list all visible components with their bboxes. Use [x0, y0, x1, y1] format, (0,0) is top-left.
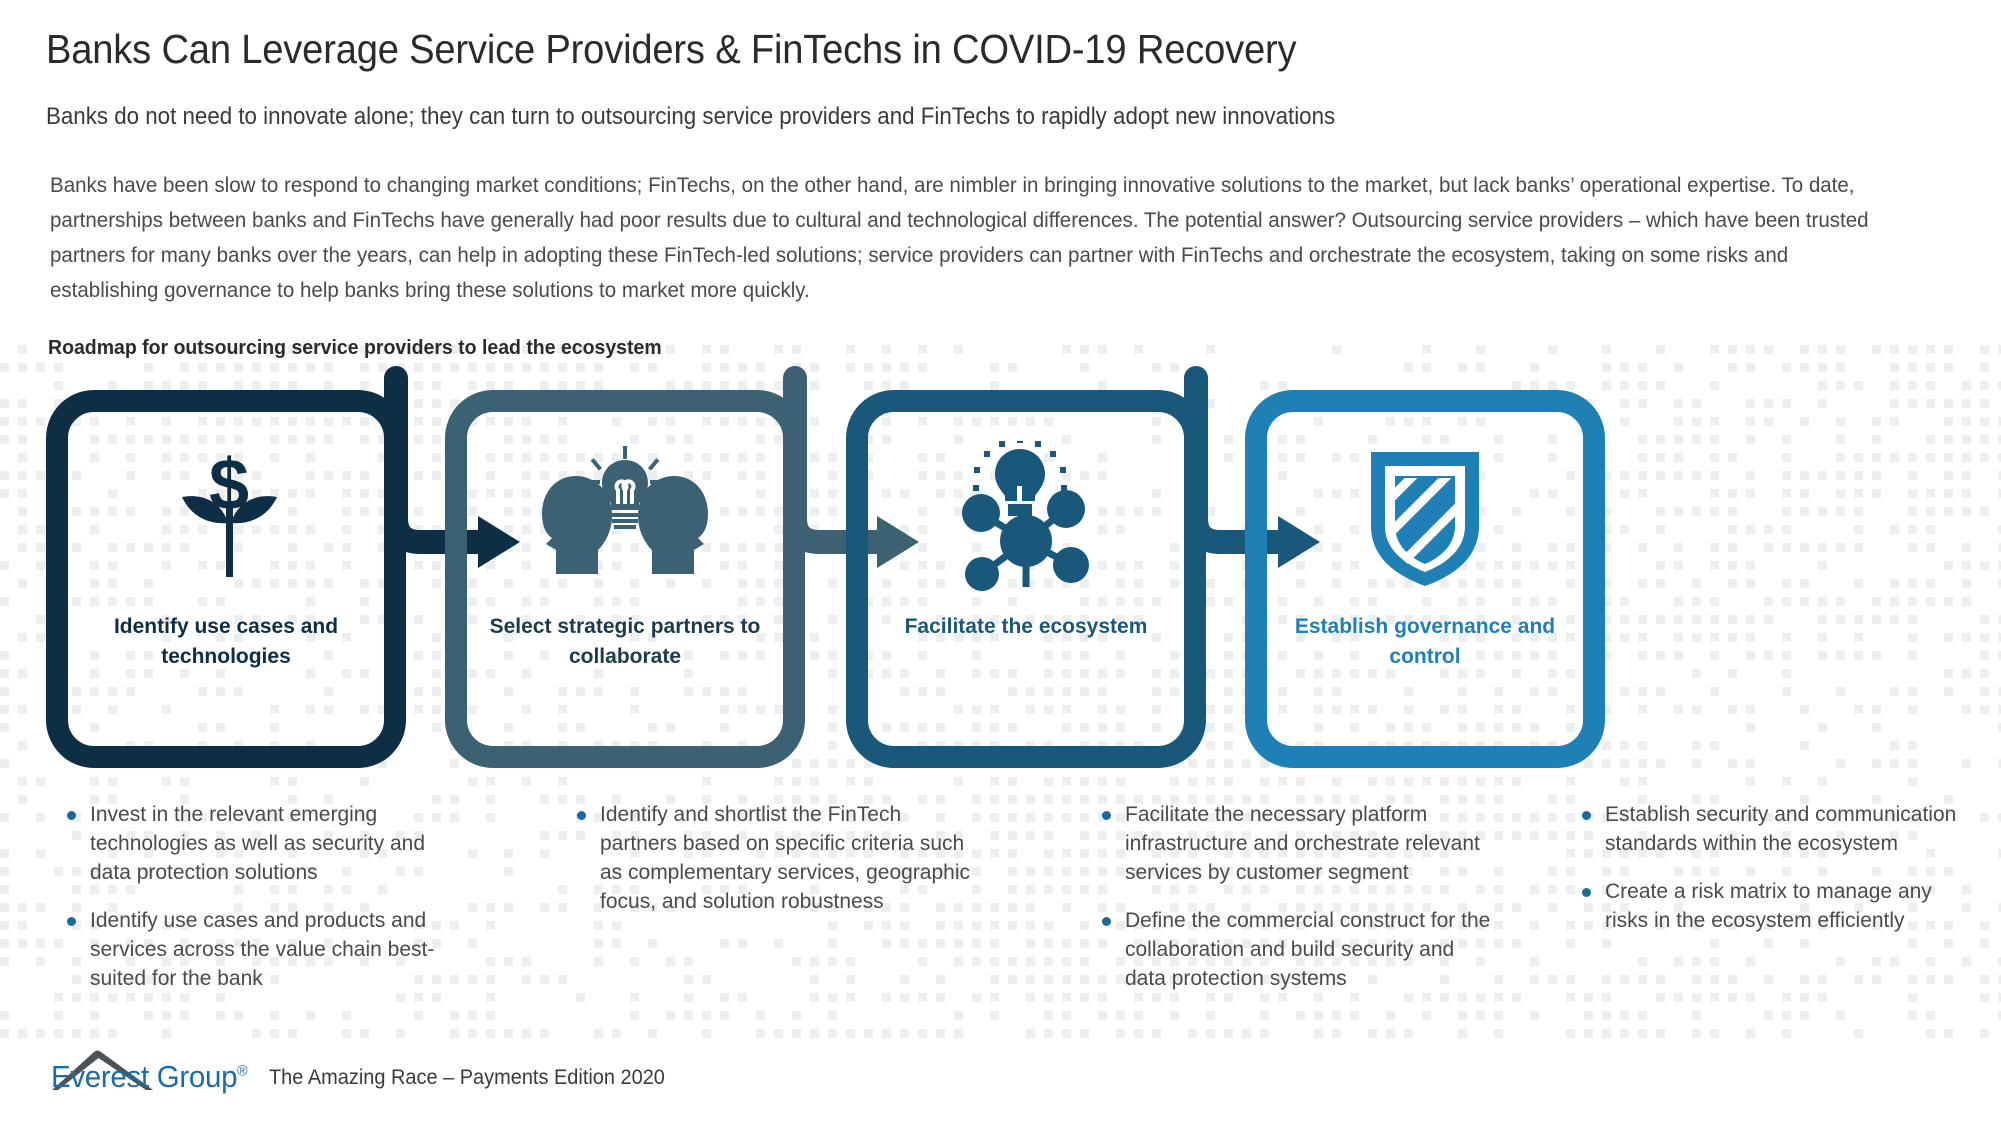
- bullet-dot-icon: [577, 811, 586, 820]
- bullet-column-1: Invest in the relevant emerging technolo…: [60, 800, 460, 1012]
- bullet-item: Create a risk matrix to manage any risks…: [1575, 877, 1965, 935]
- registered-mark: ®: [237, 1062, 248, 1080]
- money-plant-icon: $: [182, 451, 277, 577]
- bullet-dot-icon: [67, 811, 76, 820]
- svg-text:$: $: [209, 451, 249, 525]
- bullet-item: Facilitate the necessary platform infras…: [1095, 800, 1495, 887]
- bullet-column-4: Establish security and communication sta…: [1575, 800, 1965, 954]
- shield-icon: [1371, 452, 1479, 586]
- money-plant-icon: $: [46, 436, 406, 596]
- roadmap-stage-4[interactable]: Establish governance and control: [1245, 390, 1605, 768]
- bullet-item: Invest in the relevant emerging technolo…: [60, 800, 460, 887]
- bullet-column-2: Identify and shortlist the FinTech partn…: [570, 800, 970, 935]
- bullet-text: Identify and shortlist the FinTech partn…: [600, 803, 971, 913]
- shield-icon: [1245, 436, 1605, 596]
- roadmap-stage-1[interactable]: $ Identify use cases and technologies: [46, 390, 406, 768]
- footer-caption: The Amazing Race – Payments Edition 2020: [268, 1066, 665, 1089]
- bullet-dot-icon: [1102, 917, 1111, 926]
- page-subtitle: Banks do not need to innovate alone; the…: [46, 103, 1336, 130]
- bullet-item: Establish security and communication sta…: [1575, 800, 1965, 858]
- bullet-column-3: Facilitate the necessary platform infras…: [1095, 800, 1495, 1012]
- network-hub-icon: [846, 436, 1206, 596]
- everest-brand-text: Everest Group: [51, 1059, 238, 1094]
- stage-title: Identify use cases and technologies: [113, 615, 339, 668]
- bullet-item: Identify use cases and products and serv…: [60, 906, 460, 993]
- bullet-dot-icon: [1582, 888, 1591, 897]
- network-hub-icon: [962, 441, 1089, 591]
- roadmap-stage-2[interactable]: Select strategic partners to collaborate: [445, 390, 805, 768]
- collaboration-idea-icon: [445, 436, 805, 596]
- everest-wordmark: Everest Group®: [51, 1059, 248, 1094]
- bullet-text: Create a risk matrix to manage any risks…: [1605, 880, 1932, 932]
- bullet-dot-icon: [67, 917, 76, 926]
- roadmap-stage-3[interactable]: Facilitate the ecosystem: [846, 390, 1206, 768]
- bullet-dot-icon: [1102, 811, 1111, 820]
- bullet-text: Facilitate the necessary platform infras…: [1125, 803, 1480, 884]
- bullet-item: Identify and shortlist the FinTech partn…: [570, 800, 970, 916]
- stage-title: Facilitate the ecosystem: [904, 615, 1148, 638]
- bullet-text: Define the commercial construct for the …: [1125, 909, 1491, 990]
- page-title: Banks Can Leverage Service Providers & F…: [46, 26, 1297, 72]
- bullet-dot-icon: [1582, 811, 1591, 820]
- bullet-item: Define the commercial construct for the …: [1095, 906, 1495, 993]
- roadmap-stages: $ Identify use cases and technologies Sele…: [0, 366, 2001, 790]
- intro-paragraph: Banks have been slow to respond to chang…: [50, 173, 1869, 302]
- bullet-text: Invest in the relevant emerging technolo…: [90, 803, 426, 884]
- collaboration-idea-icon: [542, 446, 708, 574]
- footer: Everest Group® The Amazing Race – Paymen…: [50, 1048, 685, 1092]
- bullet-text: Identify use cases and products and serv…: [90, 909, 435, 990]
- roadmap-section-heading: Roadmap for outsourcing service provider…: [48, 336, 662, 359]
- stage-title: Establish governance and control: [1294, 615, 1556, 668]
- bullet-text: Establish security and communication sta…: [1605, 803, 1957, 855]
- stage-title: Select strategic partners to collaborate: [489, 615, 761, 668]
